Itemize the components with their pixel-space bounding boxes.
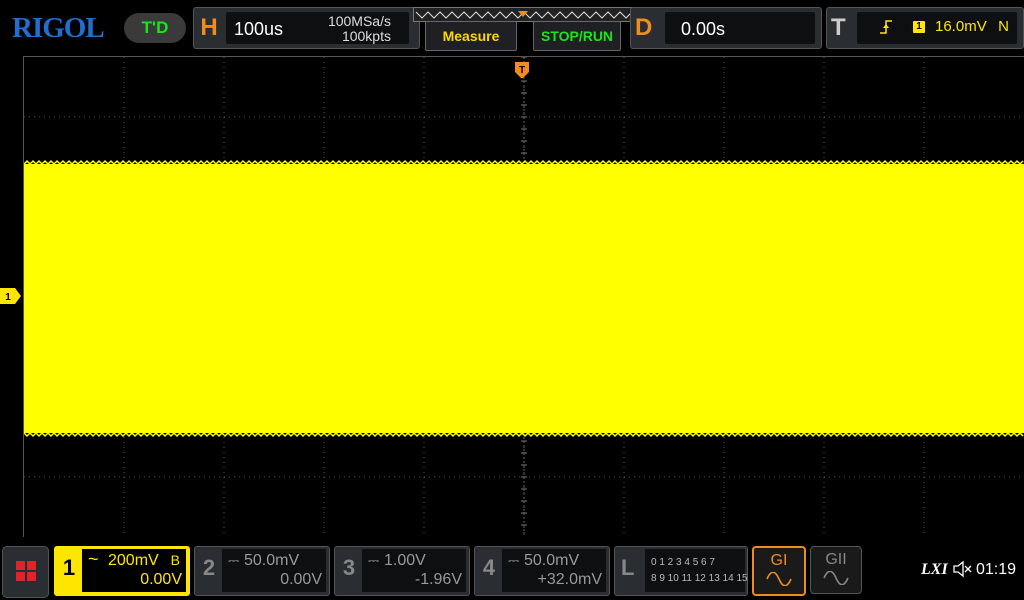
system-clock: 01:19 xyxy=(976,561,1017,578)
trigger-level: 16.0mV xyxy=(935,18,987,35)
timebase-value: 100us xyxy=(234,19,284,39)
trigger-position-marker[interactable]: T xyxy=(515,62,529,78)
ch1-waveform xyxy=(24,164,1024,433)
lxi-icon: LXI xyxy=(921,561,948,578)
graticule xyxy=(24,57,1024,537)
logic-label: L xyxy=(621,555,635,580)
waveform-display[interactable] xyxy=(23,56,1024,537)
ch1-marker-label: 1 xyxy=(5,292,11,303)
bandwidth-limit-badge: B xyxy=(170,552,180,568)
channel-scale: 50.0mV xyxy=(244,552,300,569)
dc-coupling-icon: ⎓ xyxy=(368,552,380,568)
channel-3-panel[interactable]: 3 ⎓ 1.00V -1.96V xyxy=(334,546,470,596)
dc-coupling-icon: ⎓ xyxy=(508,552,520,568)
channel-offset: -1.96V xyxy=(414,571,462,588)
channel-number: 2 xyxy=(202,555,216,580)
horizontal-timebase-panel[interactable]: H 100us 100MSa/s 100kpts xyxy=(193,7,420,49)
memory-position-strip xyxy=(413,7,636,22)
delay-value: 0.00s xyxy=(681,19,726,39)
stop-run-button[interactable]: STOP/RUN xyxy=(533,21,621,51)
sample-rate: 100MSa/s xyxy=(327,13,391,29)
sine-wave-icon xyxy=(766,572,792,586)
horizontal-label: H xyxy=(200,14,218,41)
trigger-source-badge: 1 xyxy=(913,21,925,33)
channel-scale: 1.00V xyxy=(384,552,426,569)
channel-offset: 0.00V xyxy=(280,571,322,588)
ac-coupling-icon: ~ xyxy=(88,549,99,569)
dc-coupling-icon: ⎓ xyxy=(228,552,240,568)
trigger-label: T xyxy=(831,14,846,41)
rising-edge-icon xyxy=(879,18,893,39)
trigger-sweep-mode: N xyxy=(998,18,1009,35)
ch1-offset-marker[interactable]: 1 xyxy=(0,288,22,304)
memory-wave-icon xyxy=(415,11,633,19)
channel-number: 4 xyxy=(482,555,496,580)
channel-offset: 0.00V xyxy=(140,571,182,588)
logic-channels-row-2: 8 9 10 11 12 13 14 15 xyxy=(651,573,748,584)
channel-4-panel[interactable]: 4 ⎓ 50.0mV +32.0mV xyxy=(474,546,610,596)
generator-2-button[interactable]: GII xyxy=(810,546,862,594)
trigger-status-badge: T'D xyxy=(124,13,186,43)
rigol-logo: RIGOL xyxy=(12,12,105,44)
home-menu-button[interactable] xyxy=(2,546,49,598)
logic-channels-row-1: 0 1 2 3 4 5 6 7 xyxy=(651,557,715,568)
ch1-waveform-edge-bottom xyxy=(24,431,1024,438)
measure-button[interactable]: Measure xyxy=(425,21,517,51)
speaker-muted-icon[interactable] xyxy=(952,560,972,578)
logic-analyzer-panel[interactable]: L 0 1 2 3 4 5 6 7 8 9 10 11 12 13 14 15 xyxy=(614,546,748,596)
channel-offset: +32.0mV xyxy=(537,571,602,588)
channel-scale: 50.0mV xyxy=(524,552,580,569)
delay-panel[interactable]: D 0.00s xyxy=(630,7,822,49)
trigger-panel[interactable]: T 1 16.0mV N xyxy=(826,7,1024,49)
ch1-waveform-edge-top xyxy=(24,159,1024,166)
sine-wave-icon xyxy=(823,571,849,585)
generator-1-label: GI xyxy=(770,552,788,569)
channel-1-panel[interactable]: 1 ~ 200mV B 0.00V xyxy=(54,546,190,596)
channel-number: 3 xyxy=(342,555,356,580)
trigger-marker-label: T xyxy=(519,65,525,76)
grid-icon xyxy=(16,561,25,570)
generator-2-label: GII xyxy=(825,551,847,568)
channel-scale: 200mV xyxy=(108,552,159,569)
channel-2-panel[interactable]: 2 ⎓ 50.0mV 0.00V xyxy=(194,546,330,596)
memory-depth: 100kpts xyxy=(341,28,391,44)
generator-1-button[interactable]: GI xyxy=(752,546,806,596)
channel-number: 1 xyxy=(62,555,76,580)
delay-label: D xyxy=(635,14,653,41)
